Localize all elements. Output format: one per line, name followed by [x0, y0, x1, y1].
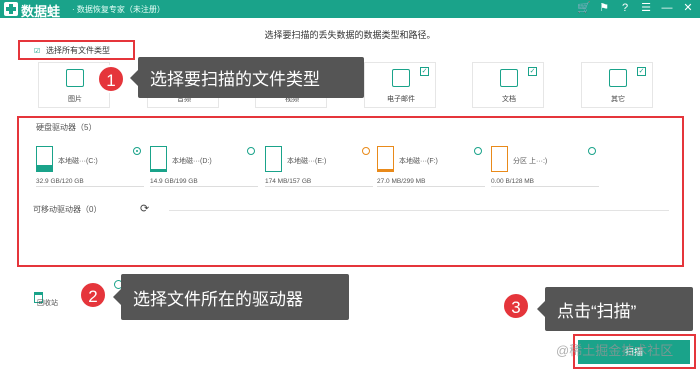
file-type-label: 其它: [611, 96, 625, 103]
file-type-label: 文档: [502, 96, 516, 103]
drive-name: 本地磁···(E:): [287, 158, 327, 165]
select-all-checkbox[interactable]: ☑: [34, 47, 40, 55]
checkbox-icon[interactable]: ✓: [420, 67, 429, 76]
drive-icon: [36, 146, 53, 172]
drive-name: 本地磁···(C:): [58, 158, 98, 165]
menu-icon[interactable]: ☰: [640, 2, 652, 14]
minimize-icon[interactable]: —: [661, 2, 673, 14]
app-logo-icon: [4, 2, 18, 16]
drive-item-e[interactable]: 本地磁···(E:) 174 MB/157 GB: [265, 146, 375, 188]
file-type-card-documents[interactable]: ✓ 文档: [472, 62, 544, 108]
section-divider: [169, 210, 669, 211]
drive-icon: [491, 146, 508, 172]
close-icon[interactable]: ✕: [682, 2, 694, 14]
app-name: 数据蛙: [21, 4, 61, 19]
drive-radio[interactable]: [247, 147, 255, 155]
step-2-callout: 选择文件所在的驱动器: [113, 274, 349, 320]
drives-highlight-panel: 硬盘驱动器（5） 本地磁···(C:) 32.9 GB/120 GB 本地磁··…: [17, 116, 684, 267]
title-bar: 数据蛙 · 数据恢复专家（未注册） 🛒 ⚑ ? ☰ — ✕: [0, 0, 700, 19]
drive-size: 174 MB/157 GB: [265, 178, 312, 185]
drive-icon: [377, 146, 394, 172]
step-3-badge: 3: [502, 292, 530, 320]
drive-radio[interactable]: [474, 147, 482, 155]
drive-icon: [150, 146, 167, 172]
other-icon: [609, 69, 627, 87]
drive-item-partition[interactable]: 分区 上···:) 0.00 B/128 MB: [491, 146, 601, 188]
select-all-highlight: ☑ 选择所有文件类型: [18, 40, 135, 60]
drive-underline: [377, 186, 485, 187]
drive-name: 分区 上···:): [513, 158, 548, 165]
drive-usage-fill: [378, 168, 393, 171]
file-type-card-email[interactable]: ✓ 电子邮件: [364, 62, 436, 108]
cart-icon[interactable]: 🛒: [577, 2, 591, 14]
step-2-badge: 2: [79, 281, 107, 309]
checkbox-icon[interactable]: ✓: [637, 67, 646, 76]
image-icon: [66, 69, 84, 87]
removable-drives-title: 可移动驱动器（0）: [33, 205, 102, 214]
drive-underline: [265, 186, 373, 187]
app-subtitle: · 数据恢复专家（未注册）: [72, 5, 165, 14]
drive-size: 14.9 GB/199 GB: [150, 178, 198, 185]
drive-name: 本地磁···(D:): [172, 158, 212, 165]
drive-underline: [36, 186, 144, 187]
drive-size: 0.00 B/128 MB: [491, 178, 534, 185]
recycle-bin-label[interactable]: 回收站: [37, 298, 58, 308]
refresh-icon[interactable]: ⟳: [140, 202, 149, 215]
file-type-label: 电子邮件: [387, 96, 415, 103]
email-icon: [392, 69, 410, 87]
watermark-text: @稀土掘金技术社区: [556, 343, 674, 358]
drive-radio[interactable]: [133, 147, 141, 155]
drive-item-c[interactable]: 本地磁···(C:) 32.9 GB/120 GB: [36, 146, 146, 188]
flag-icon[interactable]: ⚑: [598, 2, 610, 14]
drive-size: 32.9 GB/120 GB: [36, 178, 84, 185]
drive-size: 27.0 MB/299 MB: [377, 178, 426, 185]
checkbox-icon[interactable]: ✓: [528, 67, 537, 76]
drive-name: 本地磁···(F:): [399, 158, 438, 165]
step-1-callout: 选择要扫描的文件类型: [130, 57, 364, 98]
drive-usage-fill: [37, 164, 52, 171]
drive-usage-fill: [151, 169, 166, 171]
drive-icon: [265, 146, 282, 172]
file-type-card-other[interactable]: ✓ 其它: [581, 62, 653, 108]
step-1-badge: 1: [97, 65, 125, 93]
file-type-label: 图片: [68, 96, 82, 103]
step-3-callout: 点击“扫描”: [537, 287, 693, 331]
help-icon[interactable]: ?: [619, 2, 631, 14]
drive-item-d[interactable]: 本地磁···(D:) 14.9 GB/199 GB: [150, 146, 260, 188]
drive-item-f[interactable]: 本地磁···(F:) 27.0 MB/299 MB: [377, 146, 487, 188]
hard-drives-title: 硬盘驱动器（5）: [36, 123, 97, 132]
drive-underline: [491, 186, 599, 187]
drive-radio[interactable]: [362, 147, 370, 155]
drive-underline: [150, 186, 258, 187]
select-all-label[interactable]: 选择所有文件类型: [46, 45, 110, 56]
document-icon: [500, 69, 518, 87]
drive-radio[interactable]: [588, 147, 596, 155]
